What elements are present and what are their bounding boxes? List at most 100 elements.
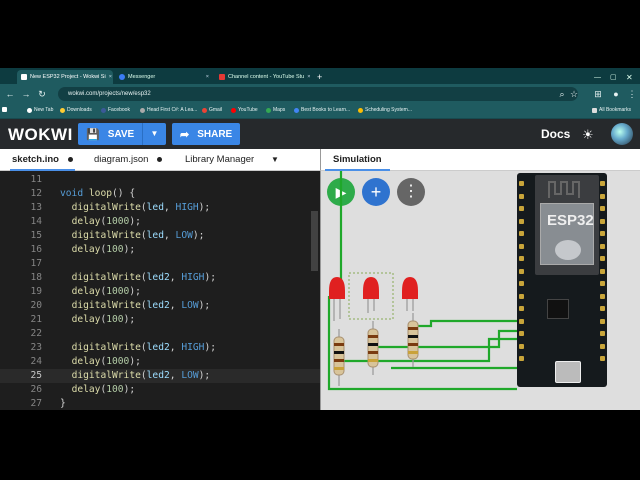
board-pin[interactable] (600, 218, 605, 224)
board-pin[interactable] (519, 331, 524, 336)
board-pin[interactable] (600, 243, 605, 249)
bookmark-item[interactable]: Downloads (60, 107, 92, 113)
code-line[interactable]: 11 (0, 173, 320, 187)
editor-tabs-dropdown-icon[interactable]: ▼ (271, 149, 279, 171)
resistor-2[interactable] (367, 321, 379, 375)
close-tab-icon[interactable]: × (304, 74, 310, 80)
code-editor[interactable]: 11 12 void loop() {13 digitalWrite(led, HI… (0, 171, 320, 410)
docs-link[interactable]: Docs (541, 127, 570, 141)
code-line[interactable]: 21 delay(100); (0, 313, 320, 327)
close-tab-icon[interactable]: × (203, 74, 209, 80)
board-pin[interactable] (519, 318, 524, 324)
code-line[interactable]: 12 void loop() { (0, 187, 320, 201)
code-line[interactable]: 14 delay(1000); (0, 215, 320, 229)
board-pin[interactable] (519, 243, 524, 249)
board-pin[interactable] (519, 281, 524, 286)
minimize-icon[interactable]: — (590, 70, 602, 84)
board-pin[interactable] (519, 256, 524, 261)
board-pin[interactable] (600, 306, 605, 311)
code-line[interactable]: 25 digitalWrite(led2, LOW); (0, 369, 320, 383)
board-pin[interactable] (600, 318, 605, 324)
extensions-icon[interactable]: ⊞ (592, 88, 604, 100)
bookmark-item[interactable]: Facebook (101, 107, 130, 113)
board-pin[interactable] (519, 356, 524, 361)
search-icon[interactable]: ⌕ (556, 88, 568, 100)
board-pin[interactable] (600, 181, 605, 186)
board-pin[interactable] (519, 306, 524, 311)
share-button[interactable]: ➦ SHARE (172, 123, 240, 145)
board-pin[interactable] (600, 256, 605, 261)
bookmark-item[interactable]: New Tab (27, 107, 53, 113)
close-tab-icon[interactable]: × (106, 74, 112, 80)
code-line[interactable]: 27} (0, 397, 320, 410)
board-pin[interactable] (600, 193, 605, 199)
simulation-canvas[interactable]: ▶ + ⋮ ESP32 (320, 171, 640, 410)
board-pin[interactable] (600, 231, 605, 236)
wokwi-logo[interactable]: WOKWI (8, 125, 73, 145)
code-line[interactable]: 26 delay(100); (0, 383, 320, 397)
all-bookmarks[interactable]: All Bookmarks (592, 107, 631, 113)
save-button[interactable]: 💾 SAVE ▼ (78, 123, 166, 145)
profile-icon[interactable]: ● (610, 88, 622, 100)
board-pin[interactable] (519, 293, 524, 299)
apps-icon[interactable] (2, 107, 9, 112)
maximize-icon[interactable]: ▢ (606, 70, 618, 84)
board-pin[interactable] (600, 206, 605, 211)
code-line[interactable]: 16 delay(100); (0, 243, 320, 257)
url-input[interactable]: wokwi.com/projects/new/esp32 (58, 87, 578, 101)
tab-simulation[interactable]: Simulation (325, 149, 390, 171)
bookmark-item[interactable]: Gmail (202, 107, 222, 113)
save-dropdown-chevron-icon[interactable]: ▼ (142, 123, 166, 145)
board-pin[interactable] (519, 193, 524, 199)
back-icon[interactable]: ← (4, 88, 16, 100)
usb-connector[interactable] (555, 361, 581, 383)
tab-sketch-ino[interactable]: sketch.ino (10, 149, 75, 171)
code-line[interactable]: 17 (0, 257, 320, 271)
user-avatar[interactable] (611, 123, 633, 145)
board-pin[interactable] (519, 206, 524, 211)
code-line[interactable]: 19 delay(1000); (0, 285, 320, 299)
browser-tab-wokwi[interactable]: New ESP32 Project - Wokwi Si × (17, 70, 113, 84)
board-pin[interactable] (519, 268, 524, 274)
board-pin[interactable] (519, 231, 524, 236)
board-pin[interactable] (600, 356, 605, 361)
code-line[interactable]: 18 digitalWrite(led2, HIGH); (0, 271, 320, 285)
close-window-icon[interactable]: ✕ (622, 70, 634, 84)
code-line[interactable]: 15 digitalWrite(led, LOW); (0, 229, 320, 243)
board-pin[interactable] (519, 181, 524, 186)
tab-diagram-json[interactable]: diagram.json (94, 149, 163, 171)
resistor-1[interactable] (333, 329, 345, 386)
code-line[interactable]: 20 digitalWrite(led2, LOW); (0, 299, 320, 313)
tab-library-manager[interactable]: Library Manager (185, 149, 254, 171)
editor-scrollbar[interactable] (311, 211, 318, 271)
code-line[interactable]: 22 (0, 327, 320, 341)
bookmark-item[interactable]: Best Books to Learn... (294, 107, 350, 113)
board-pin[interactable] (600, 293, 605, 299)
bookmark-star-icon[interactable]: ☆ (568, 88, 580, 100)
esp32-devkit-board[interactable]: ESP32 (517, 173, 607, 387)
resistor-3[interactable] (407, 313, 419, 367)
code-line[interactable]: 23 digitalWrite(led2, HIGH); (0, 341, 320, 355)
bookmark-item[interactable]: Maps (266, 107, 285, 113)
bookmark-item[interactable]: Head First C#: A Lea... (140, 107, 197, 113)
board-pin[interactable] (600, 281, 605, 286)
bookmark-item[interactable]: YouTube (231, 107, 258, 113)
bookmark-item[interactable]: Scheduling System... (358, 107, 412, 113)
forward-icon[interactable]: → (20, 88, 32, 100)
new-tab-button[interactable]: + (313, 70, 325, 84)
menu-icon[interactable]: ⋮ (626, 88, 638, 100)
code-line[interactable]: 24 delay(1000); (0, 355, 320, 369)
code-line[interactable]: 13 digitalWrite(led, HIGH); (0, 201, 320, 215)
browser-tab-youtube-studio[interactable]: Channel content - YouTube Stu × (215, 70, 313, 84)
reload-icon[interactable]: ↻ (36, 88, 48, 100)
board-pin[interactable] (600, 268, 605, 274)
board-pin[interactable] (600, 343, 605, 349)
board-pin[interactable] (519, 218, 524, 224)
led-1[interactable] (329, 277, 345, 321)
led-2[interactable] (363, 277, 379, 313)
board-pin[interactable] (519, 343, 524, 349)
board-pin[interactable] (600, 331, 605, 336)
led-3[interactable] (402, 277, 418, 311)
browser-tab-messenger[interactable]: Messenger × (115, 70, 213, 84)
theme-toggle-sun-icon[interactable]: ☀ (582, 127, 594, 143)
